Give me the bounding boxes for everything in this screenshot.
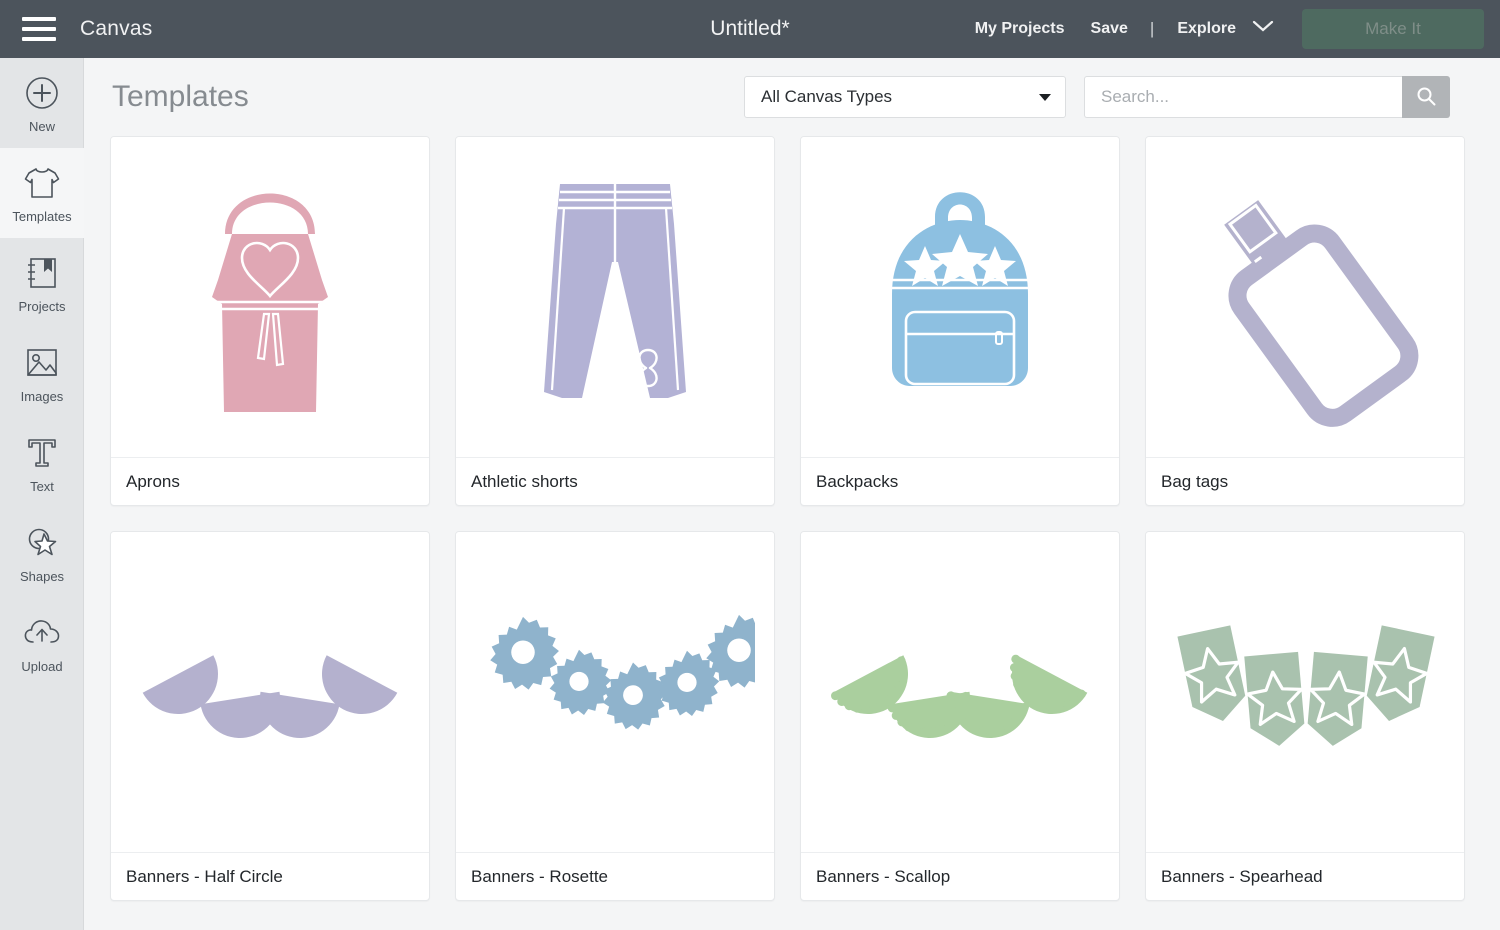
make-it-button[interactable]: Make It [1302,9,1484,49]
caret-down-icon [1039,94,1051,101]
template-card-label: Banners - Spearhead [1146,852,1464,900]
content-toolbar: Templates All Canvas Types [84,58,1500,136]
scallop-banner-illustration [829,653,1088,745]
main-content: Templates All Canvas Types Search... Apr… [84,58,1500,930]
sidebar-item-new[interactable]: New [0,58,84,148]
canvas-type-value: All Canvas Types [761,87,893,106]
sidebar-item-label: Shapes [19,569,65,584]
tshirt-icon [22,162,62,204]
cloud-upload-icon [23,612,61,654]
sidebar-item-images[interactable]: Images [0,328,84,418]
left-sidebar: New Templates Projects Images Text Shape… [0,58,84,930]
sidebar-item-label: New [28,119,55,134]
sidebar-item-projects[interactable]: Projects [0,238,84,328]
canvas-type-select[interactable]: All Canvas Types [744,76,1066,118]
image-icon [24,342,60,384]
shapes-star-circle-icon [24,522,60,564]
templates-grid: Aprons Athletic shorts Backpacks Bag tag… [98,136,1500,901]
template-thumbnail [111,137,429,457]
page-title: Templates [112,80,249,113]
sidebar-item-label: Upload [21,659,63,674]
backpack-illustration [892,192,1028,386]
sidebar-item-label: Text [30,479,54,494]
hamburger-menu-icon[interactable] [22,17,56,41]
template-card-aprons[interactable]: Aprons [110,136,430,506]
template-thumbnail [456,532,774,852]
template-card-bag-tags[interactable]: Bag tags [1145,136,1465,506]
spearhead-banner-illustration [1175,623,1437,750]
my-projects-link[interactable]: My Projects [975,20,1065,38]
sidebar-item-text[interactable]: Text [0,418,84,508]
template-thumbnail [1146,137,1464,457]
apron-illustration [212,193,328,412]
sidebar-item-label: Templates [12,209,72,224]
shorts-illustration [544,184,686,398]
sidebar-item-upload[interactable]: Upload [0,598,84,688]
app-name: Canvas [80,17,153,40]
template-card-athletic-shorts[interactable]: Athletic shorts [455,136,775,506]
plus-circle-icon [24,72,60,114]
save-button[interactable]: Save [1091,20,1128,38]
sidebar-item-templates[interactable]: Templates [0,148,84,238]
template-thumbnail [111,532,429,852]
bagtag-illustration [1224,200,1419,427]
notebook-bookmark-icon [24,252,60,294]
toolbar-divider: | [1149,19,1155,38]
template-card-banners-rosette[interactable]: Banners - Rosette [455,531,775,901]
search-input[interactable] [1084,76,1402,118]
template-thumbnail [1146,532,1464,852]
template-thumbnail [801,137,1119,457]
explore-label: Explore [1177,20,1236,37]
template-card-label: Backpacks [801,457,1119,505]
explore-menu[interactable]: Explore [1177,20,1274,38]
template-thumbnail [801,532,1119,852]
half-circle-banner-illustration [142,655,398,738]
template-card-banners-scallop[interactable]: Banners - Scallop [800,531,1120,901]
template-card-banners-half-circle[interactable]: Banners - Half Circle [110,531,430,901]
chevron-down-icon [1252,20,1274,38]
search-icon [1415,85,1437,110]
template-thumbnail [456,137,774,457]
template-card-label: Bag tags [1146,457,1464,505]
sidebar-item-label: Images [20,389,64,404]
sidebar-item-shapes[interactable]: Shapes [0,508,84,598]
toolbar-controls: All Canvas Types [744,76,1450,118]
top-bar-actions: My Projects Save | Explore Make It [962,0,1500,58]
sidebar-item-label: Projects [18,299,66,314]
template-card-label: Aprons [111,457,429,505]
template-card-banners-spearhead[interactable]: Banners - Spearhead [1145,531,1465,901]
template-card-backpacks[interactable]: Backpacks [800,136,1120,506]
search-button[interactable] [1402,76,1450,118]
template-card-label: Banners - Rosette [456,852,774,900]
search-group [1084,76,1450,118]
text-t-icon [25,432,59,474]
rosette-banner-illustration [490,614,755,730]
template-card-label: Athletic shorts [456,457,774,505]
top-bar: Canvas Untitled* My Projects Save | Expl… [0,0,1500,58]
template-card-label: Banners - Scallop [801,852,1119,900]
template-card-label: Banners - Half Circle [111,852,429,900]
